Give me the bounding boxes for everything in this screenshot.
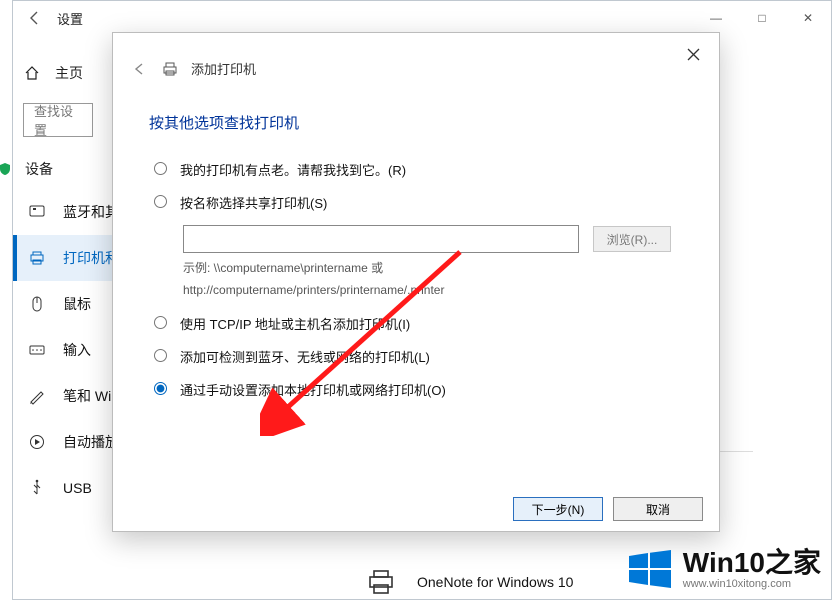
share-hint-line1: 示例: \\computername\printername 或	[183, 259, 689, 277]
shield-icon	[0, 162, 12, 176]
titlebar: 设置 — □ ✕	[13, 1, 831, 35]
usb-icon	[27, 479, 47, 497]
share-input-row: 浏览(R)...	[183, 225, 689, 253]
maximize-button[interactable]: □	[739, 1, 785, 35]
minimize-button[interactable]: —	[693, 1, 739, 35]
search-placeholder: 查找设置	[34, 103, 82, 137]
windows-logo-icon	[627, 546, 673, 592]
radio-old-printer[interactable]	[154, 162, 167, 175]
browse-button[interactable]: 浏览(R)...	[593, 226, 671, 252]
dialog-title: 按其他选项查找打印机	[149, 94, 689, 153]
printer-icon	[161, 60, 179, 78]
pen-icon	[27, 387, 47, 405]
mouse-icon	[27, 295, 47, 313]
option-label: 使用 TCP/IP 地址或主机名添加打印机(I)	[180, 314, 410, 333]
dialog-footer: 下一步(N) 取消	[513, 497, 703, 521]
option-label: 我的打印机有点老。请帮我找到它。(R)	[180, 160, 406, 179]
keyboard-icon	[27, 341, 47, 359]
cancel-button[interactable]: 取消	[613, 497, 703, 521]
option-label: 添加可检测到蓝牙、无线或网络的打印机(L)	[180, 347, 430, 366]
back-button[interactable]	[13, 1, 57, 35]
sidebar-item-label: USB	[63, 480, 92, 496]
printer-device-icon	[363, 564, 399, 600]
bluetooth-icon	[27, 203, 47, 221]
window-title: 设置	[57, 9, 83, 28]
radio-share-name[interactable]	[154, 195, 167, 208]
option-share-name[interactable]: 按名称选择共享打印机(S)	[149, 186, 689, 219]
option-old-printer[interactable]: 我的打印机有点老。请帮我找到它。(R)	[149, 153, 689, 186]
watermark-url: www.win10xitong.com	[683, 579, 821, 590]
watermark: Win10之家 www.win10xitong.com	[627, 546, 821, 592]
radio-manual[interactable]	[154, 382, 167, 395]
option-label: 按名称选择共享打印机(S)	[180, 193, 327, 212]
share-name-input[interactable]	[183, 225, 579, 253]
next-button[interactable]: 下一步(N)	[513, 497, 603, 521]
printer-icon	[27, 249, 47, 267]
sidebar-item-label: 鼠标	[63, 294, 91, 314]
sidebar-home-label: 主页	[55, 63, 83, 83]
option-manual[interactable]: 通过手动设置添加本地打印机或网络打印机(O)	[149, 373, 689, 406]
dialog-close-button[interactable]	[675, 39, 711, 69]
sidebar-item-label: 输入	[63, 340, 91, 360]
dialog-header: 添加打印机	[113, 33, 719, 88]
printer-label: OneNote for Windows 10	[417, 574, 573, 590]
sidebar-item-label: 自动播放	[63, 432, 119, 452]
radio-tcpip[interactable]	[154, 316, 167, 329]
dialog-header-title: 添加打印机	[191, 59, 256, 78]
radio-wireless[interactable]	[154, 349, 167, 362]
share-hint-line2: http://computername/printers/printername…	[183, 281, 689, 299]
dialog-body: 按其他选项查找打印机 我的打印机有点老。请帮我找到它。(R) 按名称选择共享打印…	[113, 88, 719, 406]
option-label: 通过手动设置添加本地打印机或网络打印机(O)	[180, 380, 446, 399]
option-tcpip[interactable]: 使用 TCP/IP 地址或主机名添加打印机(I)	[149, 307, 689, 340]
add-printer-dialog: 添加打印机 按其他选项查找打印机 我的打印机有点老。请帮我找到它。(R) 按名称…	[112, 32, 720, 532]
dialog-back-button[interactable]	[131, 62, 149, 76]
autoplay-icon	[27, 433, 47, 451]
watermark-brand: Win10之家	[683, 549, 821, 577]
home-icon	[23, 65, 41, 81]
option-wireless[interactable]: 添加可检测到蓝牙、无线或网络的打印机(L)	[149, 340, 689, 373]
search-input[interactable]: 查找设置	[23, 103, 93, 137]
close-button[interactable]: ✕	[785, 1, 831, 35]
